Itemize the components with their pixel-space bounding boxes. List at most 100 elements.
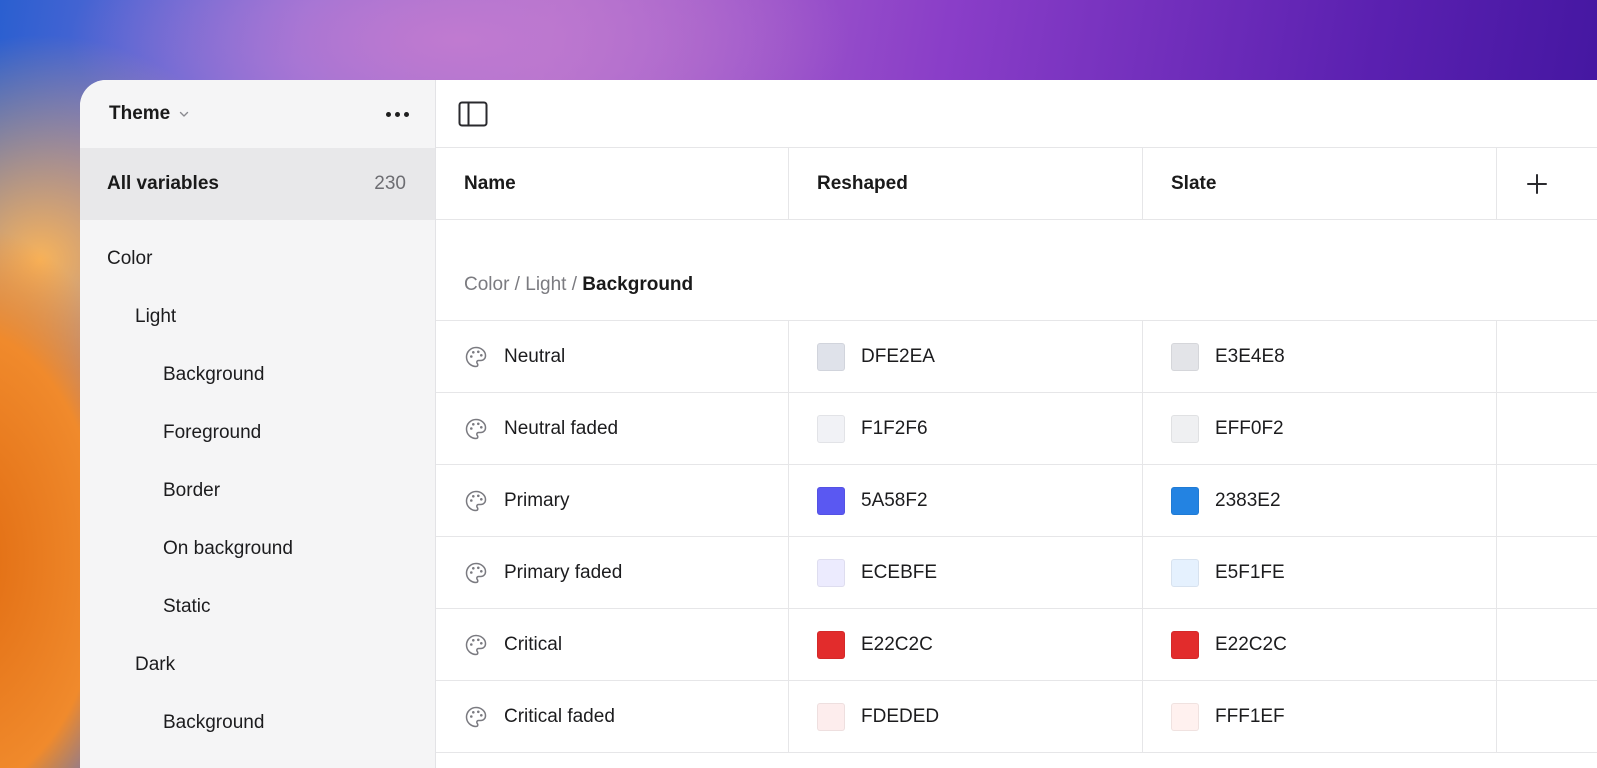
cell-reshaped[interactable]: E22C2C <box>789 609 1143 680</box>
variable-name: Critical faded <box>504 705 615 727</box>
table-row[interactable]: Primary faded ECEBFE E5F1FE <box>436 537 1597 609</box>
table-row[interactable]: Critical E22C2C E22C2C <box>436 609 1597 681</box>
toolbar <box>436 80 1597 148</box>
cell-slate[interactable]: E5F1FE <box>1143 537 1497 608</box>
tree-item-color[interactable]: Color <box>80 230 435 288</box>
breadcrumb-current: Background <box>582 274 694 295</box>
tree-item-light-background[interactable]: Background <box>80 346 435 404</box>
color-value: E22C2C <box>861 633 933 655</box>
color-swatch[interactable] <box>1171 486 1199 515</box>
cell-name: Critical <box>436 609 789 680</box>
cell-slate[interactable]: EFF0F2 <box>1143 393 1497 464</box>
sidebar-toggle-icon[interactable] <box>458 101 488 127</box>
color-swatch[interactable] <box>817 342 845 371</box>
color-swatch[interactable] <box>1171 630 1199 659</box>
cell-name: Critical faded <box>436 681 789 752</box>
tree-item-dark[interactable]: Dark <box>80 636 435 694</box>
palette-icon <box>465 418 487 439</box>
breadcrumb-light: Light <box>525 274 567 295</box>
color-swatch[interactable] <box>817 630 845 659</box>
cell-reshaped[interactable]: FDEDED <box>789 681 1143 752</box>
table-row[interactable]: Critical faded FDEDED FFF1EF <box>436 681 1597 753</box>
color-swatch[interactable] <box>1171 342 1199 371</box>
tree-item-light-static[interactable]: Static <box>80 578 435 636</box>
palette-icon <box>465 634 487 655</box>
collection-title: Theme <box>109 103 171 124</box>
plus-icon <box>1527 173 1547 194</box>
color-swatch[interactable] <box>817 414 845 443</box>
cell-name: Primary <box>436 465 789 536</box>
header-mode-slate[interactable]: Slate <box>1143 148 1497 219</box>
cell-empty <box>1497 681 1577 752</box>
tree-item-light[interactable]: Light <box>80 288 435 346</box>
tree-item-light-border[interactable]: Border <box>80 462 435 520</box>
color-value: EFF0F2 <box>1215 417 1284 439</box>
palette-icon <box>465 490 487 511</box>
collection-selector[interactable]: Theme <box>109 103 190 125</box>
variable-name: Neutral faded <box>504 417 619 439</box>
breadcrumb-separator: / <box>566 274 583 295</box>
cell-name: Primary faded <box>436 537 789 608</box>
color-swatch[interactable] <box>1171 414 1199 443</box>
tree-item-light-foreground[interactable]: Foreground <box>80 404 435 462</box>
chevron-down-icon <box>180 111 189 117</box>
header-name: Name <box>436 148 789 219</box>
cell-reshaped[interactable]: DFE2EA <box>789 321 1143 392</box>
variable-name: Primary <box>504 489 570 511</box>
palette-icon <box>465 706 487 727</box>
color-value: FDEDED <box>861 705 940 727</box>
table-row[interactable]: Neutral DFE2EA E3E4E8 <box>436 321 1597 393</box>
cell-reshaped[interactable]: F1F2F6 <box>789 393 1143 464</box>
color-value: DFE2EA <box>861 345 935 367</box>
header-mode-reshaped[interactable]: Reshaped <box>789 148 1143 219</box>
palette-icon <box>465 562 487 583</box>
group-tree: Color Light Background Foreground Border… <box>80 220 435 752</box>
color-value: FFF1EF <box>1215 705 1285 727</box>
breadcrumb-color: Color <box>464 274 510 295</box>
variables-table-area: Name Reshaped Slate Color / Light / Back… <box>436 80 1597 768</box>
color-swatch[interactable] <box>1171 558 1199 587</box>
color-swatch[interactable] <box>1171 702 1199 731</box>
all-variables-item[interactable]: All variables 230 <box>80 148 435 220</box>
color-value: E3E4E8 <box>1215 345 1285 367</box>
more-icon[interactable] <box>380 106 415 123</box>
add-mode-button[interactable] <box>1497 148 1577 219</box>
cell-slate[interactable]: E3E4E8 <box>1143 321 1497 392</box>
color-value: F1F2F6 <box>861 417 928 439</box>
all-variables-count: 230 <box>374 173 406 194</box>
cell-name: Neutral faded <box>436 393 789 464</box>
color-value: E22C2C <box>1215 633 1287 655</box>
group-breadcrumb: Color / Light / Background <box>436 220 1597 321</box>
palette-icon <box>465 346 487 367</box>
color-value: ECEBFE <box>861 561 938 583</box>
breadcrumb-separator: / <box>509 274 526 295</box>
variables-window: Theme All variables 230 Color Light Back… <box>80 80 1597 768</box>
color-swatch[interactable] <box>817 486 845 515</box>
sidebar-header: Theme <box>80 80 435 148</box>
cell-slate[interactable]: FFF1EF <box>1143 681 1497 752</box>
all-variables-label: All variables <box>107 173 219 194</box>
tree-item-dark-background[interactable]: Background <box>80 694 435 752</box>
cell-slate[interactable]: 2383E2 <box>1143 465 1497 536</box>
table-row[interactable]: Neutral faded F1F2F6 EFF0F2 <box>436 393 1597 465</box>
collections-sidebar: Theme All variables 230 Color Light Back… <box>80 80 436 768</box>
cell-reshaped[interactable]: ECEBFE <box>789 537 1143 608</box>
cell-slate[interactable]: E22C2C <box>1143 609 1497 680</box>
color-swatch[interactable] <box>817 702 845 731</box>
table-header-row: Name Reshaped Slate <box>436 148 1597 220</box>
cell-name: Neutral <box>436 321 789 392</box>
tree-item-light-on-background[interactable]: On background <box>80 520 435 578</box>
table-row[interactable]: Primary 5A58F2 2383E2 <box>436 465 1597 537</box>
cell-empty <box>1497 537 1577 608</box>
variable-name: Neutral <box>504 345 566 367</box>
cell-empty <box>1497 321 1577 392</box>
cell-empty <box>1497 393 1577 464</box>
color-swatch[interactable] <box>817 558 845 587</box>
variable-name: Primary faded <box>504 561 623 583</box>
variable-name: Critical <box>504 633 563 655</box>
cell-reshaped[interactable]: 5A58F2 <box>789 465 1143 536</box>
color-value: 5A58F2 <box>861 489 928 511</box>
color-value: E5F1FE <box>1215 561 1285 583</box>
color-value: 2383E2 <box>1215 489 1281 511</box>
cell-empty <box>1497 465 1577 536</box>
